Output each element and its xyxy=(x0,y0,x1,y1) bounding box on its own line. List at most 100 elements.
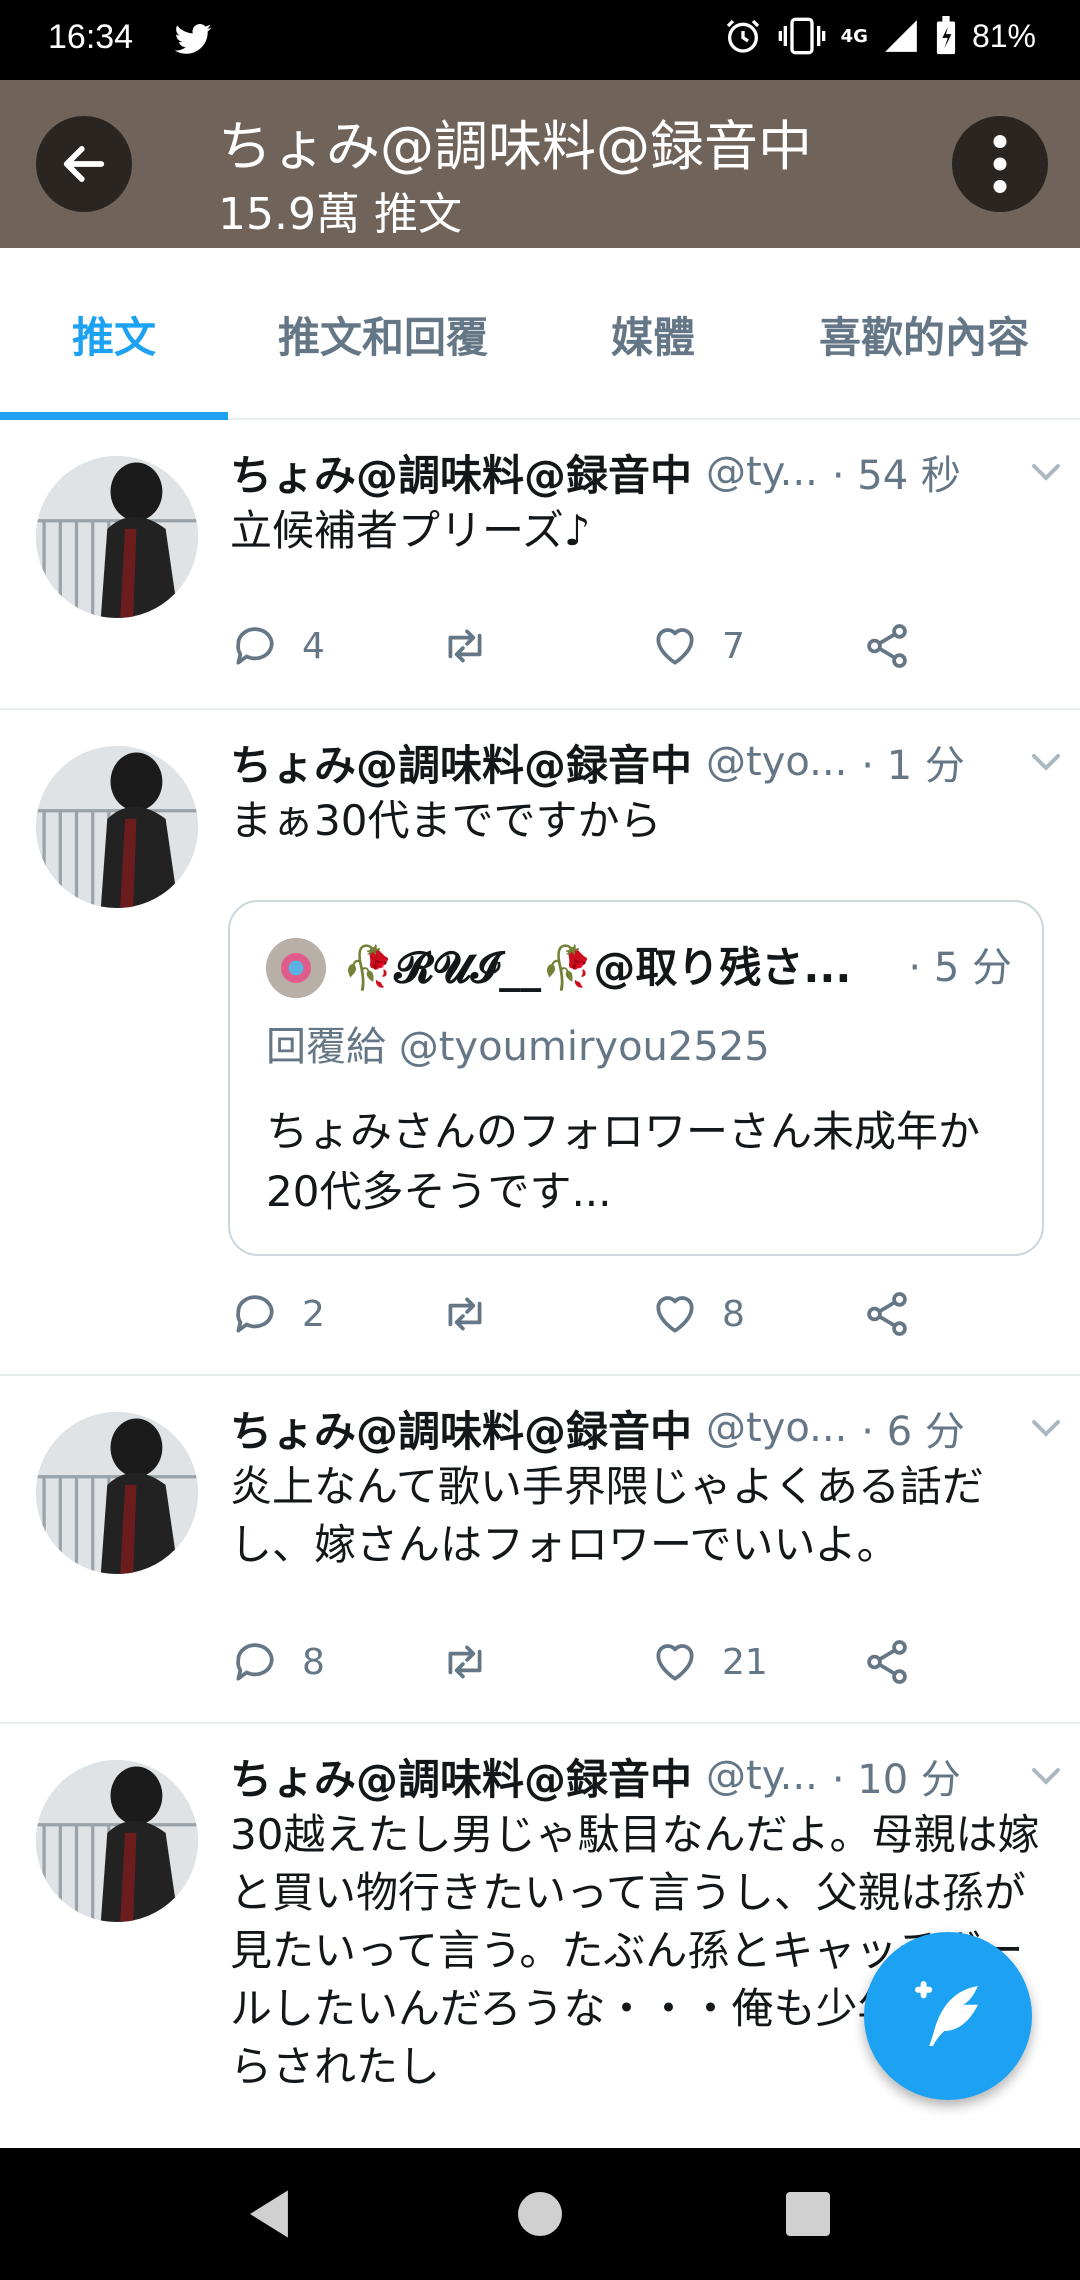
tweet-header: ちょみ@調味料@録音中 @ty... · 10 分 xyxy=(230,1744,1060,1808)
tweet[interactable]: ちょみ@調味料@録音中 @ty... · 54 秒 立候補者プリーズ♪ 4 7 xyxy=(0,420,1080,710)
reply-button[interactable]: 8 xyxy=(230,1632,325,1692)
author-name[interactable]: ちょみ@調味料@録音中 xyxy=(230,442,692,503)
network-type: 4G xyxy=(840,25,868,47)
tweet-count: 15.9萬 推文 xyxy=(218,189,462,240)
quoted-tweet-header: 🥀𝓡𝓤𝓘__🥀@取り残さ... · 5 分 xyxy=(342,932,1012,996)
avatar xyxy=(266,938,326,998)
reply-count: 8 xyxy=(302,1641,325,1683)
tweet-header: ちょみ@調味料@録音中 @ty... · 54 秒 xyxy=(230,440,1060,504)
tweet-time: · 10 分 xyxy=(831,1757,961,1803)
share-button[interactable] xyxy=(862,616,912,676)
signal-icon xyxy=(885,20,917,52)
quoted-tweet-text: ちょみさんのフォロワーさん未成年か20代多そうです... xyxy=(266,1107,981,1216)
tweet-header: ちょみ@調味料@録音中 @tyo... · 1 分 xyxy=(230,730,1060,794)
quoted-tweet[interactable]: 🥀𝓡𝓤𝓘__🥀@取り残さ... · 5 分 回覆給 @tyoumiryou252… xyxy=(228,900,1044,1256)
tweet-text: 炎上なんて歌い手界隈じゃよくある話だし、嫁さんはフォロワーでいいよ。 xyxy=(230,1462,984,1569)
avatar[interactable] xyxy=(36,746,198,908)
tab-tweets-and-replies[interactable]: 推文和回覆 xyxy=(228,248,538,420)
tab-tweets[interactable]: 推文 xyxy=(0,248,228,420)
tab-label: 推文和回覆 xyxy=(277,312,488,362)
like-count: 8 xyxy=(722,1293,745,1335)
tweet-time: · 6 分 xyxy=(861,1409,965,1455)
share-button[interactable] xyxy=(862,1284,912,1344)
author-handle[interactable]: @ty... xyxy=(706,1753,818,1799)
author-name[interactable]: ちょみ@調味料@録音中 xyxy=(230,1746,692,1807)
quoted-author-name: 🥀𝓡𝓤𝓘__🥀@取り残さ... xyxy=(342,942,852,992)
reply-button[interactable]: 2 xyxy=(230,1284,325,1344)
profile-header: ちょみ@調味料@録音中 15.9萬 推文 xyxy=(0,80,1080,248)
quoted-tweet-time: · 5 分 xyxy=(908,945,1012,991)
alarm-icon xyxy=(726,19,759,53)
tab-label: 推文 xyxy=(71,312,156,362)
heart-icon xyxy=(656,1644,694,1681)
heart-icon xyxy=(656,1296,694,1333)
status-bar: 16:34 4G 81% xyxy=(0,0,1080,80)
retweet-icon xyxy=(448,629,482,663)
compose-tweet-button[interactable] xyxy=(864,1932,1032,2100)
avatar[interactable] xyxy=(36,456,198,618)
battery-icon xyxy=(936,16,956,55)
more-vertical-icon xyxy=(993,135,1007,193)
like-count: 7 xyxy=(722,625,745,667)
reply-icon xyxy=(236,1295,274,1333)
profile-tabs: 推文 推文和回覆 媒體 喜歡的內容 xyxy=(0,248,1080,420)
tab-media[interactable]: 媒體 xyxy=(538,248,768,420)
author-handle[interactable]: @tyo... xyxy=(706,1405,847,1451)
like-button[interactable]: 7 xyxy=(650,616,745,676)
share-button[interactable] xyxy=(862,1632,912,1692)
tweet[interactable]: ちょみ@調味料@録音中 @tyo... · 6 分 炎上なんて歌い手界隈じゃよく… xyxy=(0,1376,1080,1724)
more-options-button[interactable] xyxy=(952,116,1048,212)
tab-label: 媒體 xyxy=(610,312,695,362)
reply-count: 2 xyxy=(302,1293,325,1335)
chevron-down-icon[interactable] xyxy=(1028,744,1064,780)
nav-back-icon[interactable] xyxy=(244,2188,294,2240)
author-name[interactable]: ちょみ@調味料@録音中 xyxy=(230,1398,692,1459)
like-button[interactable]: 8 xyxy=(650,1284,745,1344)
vibrate-icon xyxy=(778,17,825,55)
retweet-icon xyxy=(448,1297,482,1331)
tweet-time: · 1 分 xyxy=(861,743,965,789)
heart-icon xyxy=(656,628,694,665)
share-icon xyxy=(867,624,907,668)
arrow-left-icon xyxy=(63,146,105,182)
chevron-down-icon[interactable] xyxy=(1028,454,1064,490)
author-name[interactable]: ちょみ@調味料@録音中 xyxy=(230,732,692,793)
tweet-text: 立候補者プリーズ♪ xyxy=(230,506,591,555)
compose-tweet-icon xyxy=(915,1981,978,2046)
author-handle[interactable]: @tyo... xyxy=(706,739,847,785)
tweet-text: まぁ30代までですから xyxy=(230,796,662,845)
tab-label: 喜歡的內容 xyxy=(818,312,1029,362)
tab-likes[interactable]: 喜歡的內容 xyxy=(768,248,1080,420)
author-handle[interactable]: @ty... xyxy=(706,449,818,495)
retweet-button[interactable] xyxy=(440,616,490,676)
nav-home-icon[interactable] xyxy=(518,2192,562,2236)
active-tab-indicator xyxy=(0,412,228,420)
retweet-button[interactable] xyxy=(440,1632,490,1692)
tweet-header: ちょみ@調味料@録音中 @tyo... · 6 分 xyxy=(230,1396,1060,1460)
battery-percent: 81% xyxy=(971,17,1036,54)
twitter-bird-icon xyxy=(174,24,212,54)
chevron-down-icon[interactable] xyxy=(1028,1758,1064,1794)
reply-to-label: 回覆給 @tyoumiryou2525 xyxy=(266,1024,770,1070)
back-button[interactable] xyxy=(36,116,132,212)
avatar[interactable] xyxy=(36,1760,198,1922)
share-icon xyxy=(867,1292,907,1336)
reply-button[interactable]: 4 xyxy=(230,616,325,676)
reply-icon xyxy=(236,627,274,665)
tweet-time: · 54 秒 xyxy=(831,453,961,499)
reply-icon xyxy=(236,1643,274,1681)
avatar[interactable] xyxy=(36,1412,198,1574)
tweet-actions: 8 21 xyxy=(230,1632,990,1692)
retweet-icon xyxy=(448,1645,482,1679)
retweet-button[interactable] xyxy=(440,1284,490,1344)
status-time: 16:34 xyxy=(48,18,134,56)
tweet-actions: 4 7 xyxy=(230,616,990,676)
nav-recents-icon[interactable] xyxy=(786,2192,830,2236)
reply-count: 4 xyxy=(302,625,325,667)
share-icon xyxy=(867,1640,907,1684)
page-title: ちょみ@調味料@録音中 xyxy=(218,115,812,178)
tweet-actions: 2 8 xyxy=(230,1284,990,1344)
chevron-down-icon[interactable] xyxy=(1028,1410,1064,1446)
tweet[interactable]: ちょみ@調味料@録音中 @tyo... · 1 分 まぁ30代までですから 🥀𝓡… xyxy=(0,710,1080,1376)
like-button[interactable]: 21 xyxy=(650,1632,768,1692)
